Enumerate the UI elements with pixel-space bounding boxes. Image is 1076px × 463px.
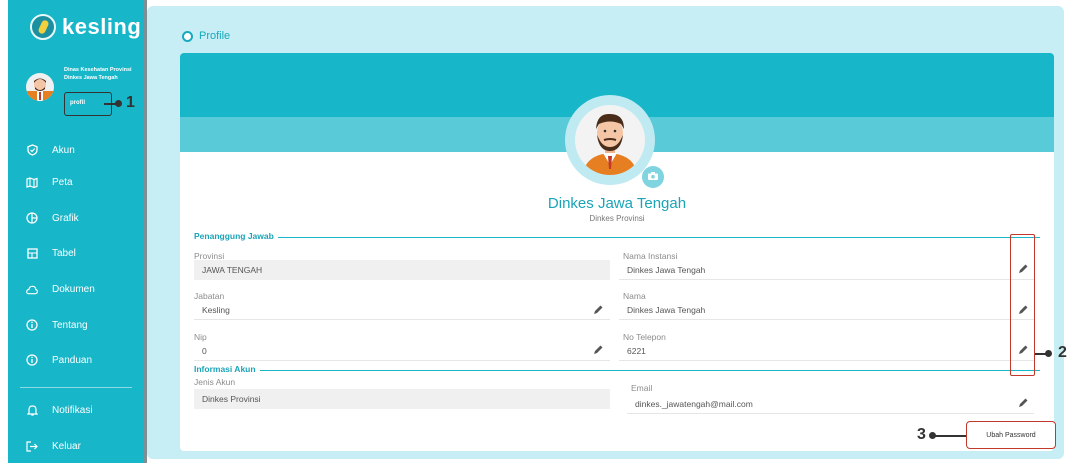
provinsi-field: JAWA TENGAH — [194, 260, 610, 280]
sidebar-item-label: Akun — [52, 144, 75, 156]
profile-picture — [575, 105, 645, 175]
logo-icon — [30, 14, 56, 40]
sidebar-item-label: Tabel — [52, 248, 76, 259]
jenis-akun-label: Jenis Akun — [194, 377, 236, 387]
map-icon — [26, 177, 38, 188]
annotation-dot-2 — [1045, 350, 1052, 357]
chart-pie-icon — [26, 212, 38, 224]
sidebar-item-label: Panduan — [52, 354, 93, 366]
annotation-number-3: 3 — [917, 426, 926, 443]
sidebar-item-label: Dokumen — [52, 284, 95, 295]
profile-name: Dinkes Jawa Tengah — [547, 195, 687, 212]
camera-icon — [647, 168, 659, 186]
section-divider — [194, 370, 1040, 371]
logo-text: kesling — [62, 14, 142, 39]
sidebar-item-tentang[interactable]: Tentang — [26, 319, 88, 331]
app-logo[interactable]: kesling — [30, 14, 141, 40]
sidebar-item-panduan[interactable]: Panduan — [26, 354, 92, 366]
sidebar-item-dokumen[interactable]: Dokumen — [26, 284, 95, 295]
section-title-informasi-akun: Informasi Akun — [194, 364, 260, 374]
sidebar-item-label: Tentang — [52, 319, 88, 331]
profil-link[interactable]: profil — [70, 100, 85, 106]
annotation-dot-1 — [115, 100, 122, 107]
sidebar-item-tabel[interactable]: Tabel — [26, 248, 76, 259]
edit-email-pencil-icon[interactable] — [1017, 397, 1029, 409]
page-title: Profile — [182, 30, 230, 42]
sidebar-item-label: Keluar — [52, 441, 81, 452]
shield-icon — [26, 144, 38, 156]
sidebar-item-notifikasi[interactable]: Notifikasi — [26, 404, 93, 416]
sidebar-item-keluar[interactable]: Keluar — [26, 441, 81, 452]
nama-instansi-field[interactable]: Dinkes Jawa Tengah — [619, 260, 1034, 280]
cloud-icon — [26, 285, 38, 295]
nip-field[interactable]: 0 — [194, 341, 610, 361]
section-divider — [194, 237, 1040, 238]
jenis-akun-field: Dinkes Provinsi — [194, 389, 610, 409]
sidebar-item-label: Grafik — [52, 212, 79, 224]
annotation-number-1: 1 — [126, 94, 135, 111]
avatar — [26, 73, 54, 101]
sidebar-item-label: Peta — [52, 177, 73, 188]
sidebar-divider — [20, 387, 132, 388]
annotation-line-3 — [933, 435, 966, 437]
section-title-penanggung-jawab: Penanggung Jawab — [194, 231, 278, 241]
email-field[interactable]: dinkes._jawatengah@mail.com — [627, 394, 1034, 414]
bell-icon — [26, 404, 38, 416]
sidebar: kesling Dinas Kesehatan Provinsi Dinkes … — [8, 0, 144, 463]
jabatan-field[interactable]: Kesling — [194, 300, 610, 320]
sidebar-item-akun[interactable]: Akun — [26, 144, 75, 156]
nama-field[interactable]: Dinkes Jawa Tengah — [619, 300, 1034, 320]
change-photo-button[interactable] — [642, 166, 664, 188]
title-dot-icon — [182, 30, 193, 42]
edit-nip-pencil-icon[interactable] — [592, 344, 604, 356]
page-title-text: Profile — [199, 30, 231, 42]
sidebar-item-grafik[interactable]: Grafik — [26, 212, 79, 224]
info-icon — [26, 354, 38, 366]
annotation-number-2: 2 — [1058, 344, 1067, 361]
edit-jabatan-pencil-icon[interactable] — [592, 304, 604, 316]
profile-role: Dinkes Provinsi — [589, 214, 645, 223]
logout-icon — [26, 441, 38, 452]
no-telepon-field[interactable]: 6221 — [619, 341, 1034, 361]
table-icon — [26, 248, 38, 259]
sidebar-item-peta[interactable]: Peta — [26, 177, 73, 188]
email-label: Email — [631, 383, 653, 393]
sidebar-item-label: Notifikasi — [52, 404, 93, 416]
sidebar-user-name: Dinas Kesehatan Provinsi Dinkes Jawa Ten… — [64, 67, 132, 81]
annotation-box-2 — [1010, 234, 1035, 376]
info-icon — [26, 319, 38, 331]
ubah-password-button[interactable]: Ubah Password — [966, 421, 1056, 449]
